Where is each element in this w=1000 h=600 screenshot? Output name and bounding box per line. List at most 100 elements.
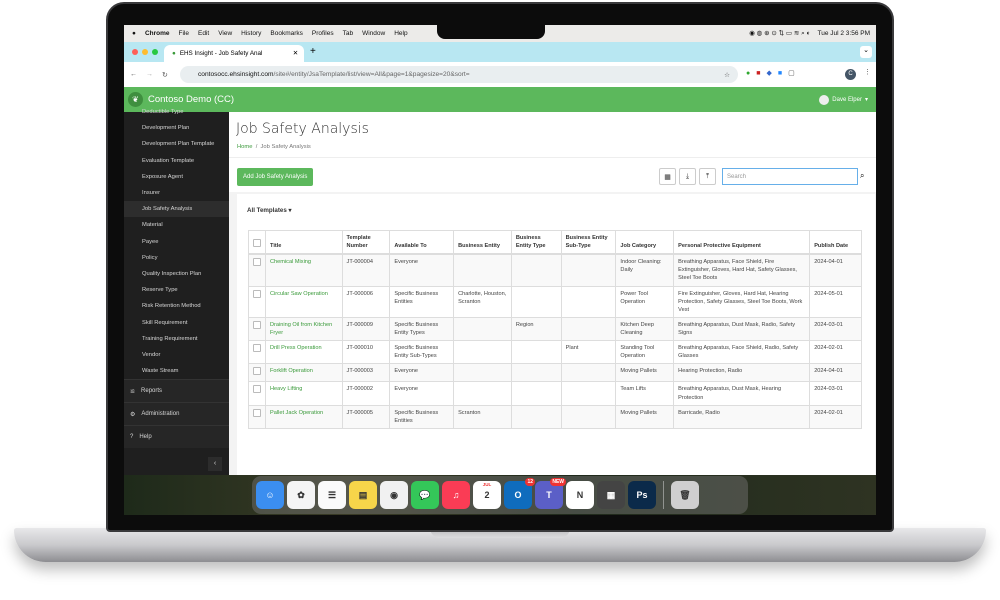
sidebar-administration[interactable]: ⚙ Administration <box>124 402 229 426</box>
row-checkbox[interactable] <box>253 367 261 376</box>
music-icon[interactable]: ♫ <box>442 481 470 509</box>
title-link[interactable]: Draining Oil from Kitchen Fryer <box>270 322 332 336</box>
zoom-window-button[interactable] <box>152 49 158 55</box>
notion-icon[interactable]: N <box>566 481 594 509</box>
title-link[interactable]: Chemical Mixing <box>270 259 311 265</box>
templates-filter-dropdown[interactable]: All Templates ▾ <box>247 207 292 214</box>
sidebar-item-risk-retention-method[interactable]: Risk Retention Method <box>124 298 229 314</box>
messages-icon[interactable]: 💬 <box>411 481 439 509</box>
row-checkbox[interactable] <box>253 385 261 394</box>
column-header[interactable]: Business Entity Type <box>510 230 562 256</box>
menu-history[interactable]: History <box>241 30 261 37</box>
row-checkbox[interactable] <box>253 258 261 267</box>
back-icon[interactable]: ← <box>130 71 137 78</box>
column-header[interactable]: Business Entity Sub-Type <box>560 230 617 256</box>
search-icon[interactable]: ⌕ <box>860 171 864 181</box>
column-chooser-button[interactable]: ▦ <box>659 168 676 185</box>
browser-menu-icon[interactable]: ⋮ <box>864 68 871 76</box>
column-header[interactable]: Title <box>265 230 343 256</box>
menu-window[interactable]: Window <box>362 30 385 37</box>
outlook-icon[interactable]: O 12 <box>504 478 535 509</box>
forward-icon[interactable]: → <box>146 71 153 78</box>
close-window-button[interactable] <box>132 49 138 55</box>
column-header[interactable]: Template Number <box>341 230 391 256</box>
menu-edit[interactable]: Edit <box>198 30 209 37</box>
apple-icon[interactable]: ● <box>132 30 136 37</box>
new-tab-button[interactable]: + <box>310 46 316 57</box>
row-checkbox[interactable] <box>253 408 261 417</box>
sidebar-item-quality-inspection-plan[interactable]: Quality Inspection Plan <box>124 266 229 282</box>
photos-icon[interactable]: ✿ <box>287 481 315 509</box>
browser-tab[interactable]: ● EHS Insight - Job Safety Anal ✕ <box>164 45 304 62</box>
sidebar-reports[interactable]: ≌ Reports <box>124 379 229 403</box>
sidebar-item-deductible-type[interactable]: Deductible Type <box>124 104 229 120</box>
menu-tab[interactable]: Tab <box>343 30 353 37</box>
tab-search-button[interactable]: ⌄ <box>860 46 872 58</box>
select-all-checkbox[interactable] <box>253 239 261 248</box>
add-job-safety-analysis-button[interactable]: Add Job Safety Analysis <box>237 168 314 186</box>
reload-icon[interactable]: ↻ <box>162 71 168 79</box>
url-field[interactable]: contosocc.ehsinsight.com/site#/entity/Js… <box>180 66 738 83</box>
extension-icons[interactable]: ●■◆■▢ <box>746 69 801 77</box>
menu-app[interactable]: Chrome <box>145 30 170 37</box>
import-button[interactable]: ⤒ <box>699 168 716 185</box>
calendar-icon[interactable]: 2 JUL <box>473 481 501 509</box>
calculator-icon[interactable]: ▦ <box>597 481 625 509</box>
reminders-icon[interactable]: ☰ <box>318 481 346 509</box>
sidebar-item-training-requirement[interactable]: Training Requirement <box>124 331 229 347</box>
sidebar-item-insurer[interactable]: Insurer <box>124 185 229 201</box>
table-cell <box>510 404 562 429</box>
photoshop-icon[interactable]: Ps <box>628 481 656 509</box>
sidebar-help[interactable]: ? Help <box>124 425 229 449</box>
sidebar-item-policy[interactable]: Policy <box>124 250 229 266</box>
menu-file[interactable]: File <box>179 30 189 37</box>
column-header[interactable]: Personal Protective Equipment <box>673 230 811 256</box>
menu-profiles[interactable]: Profiles <box>312 30 334 37</box>
title-link[interactable]: Drill Press Operation <box>270 345 322 351</box>
sidebar-item-material[interactable]: Material <box>124 217 229 233</box>
table-cell: Pallet Jack Operation <box>265 404 343 429</box>
sidebar-item-development-plan[interactable]: Development Plan <box>124 120 229 136</box>
row-checkbox[interactable] <box>253 344 261 353</box>
column-header[interactable]: Job Category <box>615 230 675 256</box>
title-link[interactable]: Pallet Jack Operation <box>270 410 323 416</box>
notes-icon[interactable]: ▤ <box>349 481 377 509</box>
sidebar-item-job-safety-analysis[interactable]: Job Safety Analysis <box>124 201 229 218</box>
sidebar-item-reserve-type[interactable]: Reserve Type <box>124 282 229 298</box>
row-checkbox[interactable] <box>253 320 261 329</box>
user-menu[interactable]: Dave Elper ▾ <box>819 94 868 105</box>
dock-glyph: N <box>576 490 584 500</box>
teams-icon[interactable]: T NEW <box>535 478 566 509</box>
column-header[interactable]: Available To <box>389 230 455 256</box>
column-header[interactable]: Business Entity <box>453 230 512 256</box>
sidebar-item-vendor[interactable]: Vendor <box>124 347 229 363</box>
status-icons[interactable]: ◉ ◍ ⊕ ⊙ ⇅ ▭ ≋ ⌕ ◐ <box>749 29 810 38</box>
close-tab-icon[interactable]: ✕ <box>293 50 298 57</box>
sidebar-item-payee[interactable]: Payee <box>124 234 229 250</box>
minimize-window-button[interactable] <box>142 49 148 55</box>
menu-help[interactable]: Help <box>394 30 407 37</box>
column-header[interactable]: Publish Date <box>809 230 862 256</box>
collapse-sidebar-button[interactable]: ‹ <box>208 457 222 471</box>
title-link[interactable]: Forklift Operation <box>270 368 313 374</box>
breadcrumb-home[interactable]: Home <box>237 144 252 150</box>
export-button[interactable]: ⤓ <box>679 168 696 185</box>
bookmark-star-icon[interactable]: ☆ <box>724 71 730 79</box>
profile-avatar[interactable]: C <box>845 69 856 80</box>
sidebar-item-evaluation-template[interactable]: Evaluation Template <box>124 153 229 169</box>
clock[interactable]: Tue Jul 2 3:56 PM <box>817 30 870 37</box>
title-link[interactable]: Circular Saw Operation <box>270 291 328 297</box>
url-path: /site#/entity/JsaTemplate/list/view=All&… <box>273 71 470 78</box>
trash-icon[interactable]: 🗑 <box>671 481 699 509</box>
sidebar-item-development-plan-template[interactable]: Development Plan Template <box>124 136 229 152</box>
sidebar-item-waste-stream[interactable]: Waste Stream <box>124 363 229 379</box>
menu-bookmarks[interactable]: Bookmarks <box>270 30 303 37</box>
chrome-icon[interactable]: ◉ <box>380 481 408 509</box>
sidebar-item-skill-requirement[interactable]: Skill Requirement <box>124 314 229 330</box>
finder-icon[interactable]: ☺ <box>256 481 284 509</box>
row-checkbox[interactable] <box>253 289 261 298</box>
search-input[interactable]: Search <box>722 168 858 185</box>
sidebar-item-exposure-agent[interactable]: Exposure Agent <box>124 169 229 185</box>
menu-view[interactable]: View <box>218 30 232 37</box>
title-link[interactable]: Heavy Lifting <box>270 386 302 392</box>
